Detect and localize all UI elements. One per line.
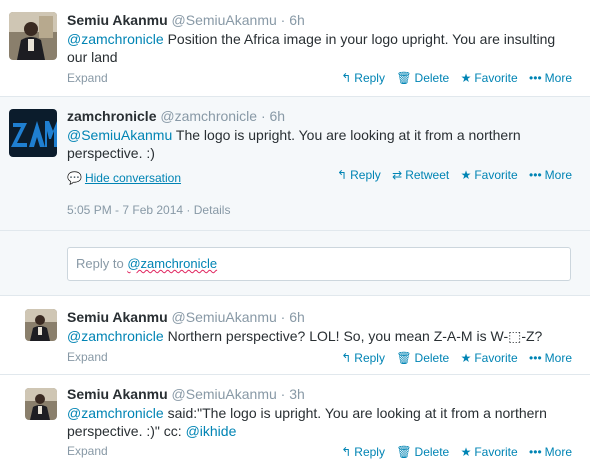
separator-dot: · <box>186 203 191 217</box>
trash-icon: 🗑 <box>396 445 412 459</box>
reply-button[interactable]: ↰ Reply <box>341 445 385 459</box>
tweet-time[interactable]: 6h <box>289 12 305 28</box>
more-button[interactable]: ••• More <box>529 351 572 365</box>
tweet-time[interactable]: 6h <box>289 309 305 325</box>
star-icon: ★ <box>460 445 472 459</box>
tweet-actions: ↰ Reply ⇄ Retweet ★ Favorite ••• More <box>329 168 572 182</box>
reply-placeholder-handle: @zamchronicle <box>127 256 218 271</box>
tweet-3[interactable]: Semiu Akanmu @SemiuAkanmu · 6h @zamchron… <box>0 296 590 375</box>
expand-link[interactable]: Expand <box>67 350 108 364</box>
mention-link[interactable]: @zamchronicle <box>67 405 164 421</box>
mention-link[interactable]: @zamchronicle <box>67 328 164 344</box>
expand-link[interactable]: Expand <box>67 444 108 458</box>
details-link[interactable]: Details <box>194 203 231 217</box>
more-dots-icon: ••• <box>529 445 542 459</box>
reply-button[interactable]: ↰ Reply <box>341 71 385 85</box>
more-dots-icon: ••• <box>529 351 542 365</box>
tweet-actions: ↰ Reply 🗑 Delete ★ Favorite ••• More <box>333 351 572 365</box>
mention-link-2[interactable]: @ikhide <box>186 423 237 439</box>
avatar-photo-icon <box>25 309 57 341</box>
tweet-1[interactable]: Semiu Akanmu @SemiuAkanmu · 6h @zamchron… <box>0 0 590 97</box>
delete-button[interactable]: 🗑 Delete <box>396 351 449 365</box>
retweet-button[interactable]: ⇄ Retweet <box>392 168 449 182</box>
tweet-header: zamchronicle @zamchronicle · 6h <box>67 108 285 124</box>
user-handle[interactable]: @SemiuAkanmu <box>172 386 277 402</box>
tweet-text-content: Northern perspective? LOL! So, you mean … <box>163 328 543 344</box>
tweet-actions: ↰ Reply 🗑 Delete ★ Favorite ••• More <box>333 71 572 85</box>
reply-icon: ↰ <box>341 445 352 459</box>
favorite-button[interactable]: ★ Favorite <box>461 445 518 459</box>
tweet-header: Semiu Akanmu @SemiuAkanmu · 3h <box>67 386 305 402</box>
tweet-text: @zamchronicle Northern perspective? LOL!… <box>67 327 572 345</box>
delete-button[interactable]: 🗑 Delete <box>396 71 449 85</box>
reply-icon: ↰ <box>341 71 352 85</box>
delete-button[interactable]: 🗑 Delete <box>396 445 449 459</box>
more-dots-icon: ••• <box>529 71 542 85</box>
favorite-button[interactable]: ★ Favorite <box>461 71 518 85</box>
hide-conversation-link[interactable]: 💬 Hide conversation <box>67 171 181 185</box>
trash-icon: 🗑 <box>396 71 412 85</box>
star-icon: ★ <box>460 168 472 182</box>
tweet-actions: ↰ Reply 🗑 Delete ★ Favorite ••• More <box>333 445 572 459</box>
avatar[interactable] <box>25 309 57 341</box>
favorite-button[interactable]: ★ Favorite <box>461 168 518 182</box>
mention-link[interactable]: @SemiuAkanmu <box>67 127 172 143</box>
tweet-text: @zamchronicle Position the Africa image … <box>67 30 572 66</box>
separator-dot: · <box>260 108 266 124</box>
mention-link[interactable]: @zamchronicle <box>67 31 164 47</box>
reply-placeholder-prefix: Reply to <box>76 256 128 271</box>
reply-icon: ↰ <box>341 351 352 365</box>
display-name[interactable]: zamchronicle <box>67 108 156 124</box>
reply-button[interactable]: ↰ Reply <box>337 168 381 182</box>
more-button[interactable]: ••• More <box>529 168 572 182</box>
avatar-photo-icon <box>25 388 57 420</box>
tweet-text: @zamchronicle said:"The logo is upright.… <box>67 404 572 440</box>
speech-bubble-icon: 💬 <box>67 171 82 185</box>
display-name[interactable]: Semiu Akanmu <box>67 309 168 325</box>
reply-button[interactable]: ↰ Reply <box>341 351 385 365</box>
tweet-header: Semiu Akanmu @SemiuAkanmu · 6h <box>67 12 305 28</box>
tweet-time[interactable]: 3h <box>289 386 305 402</box>
avatar-photo-icon <box>9 12 57 60</box>
tweet-2-expanded[interactable]: zamchronicle @zamchronicle · 6h @SemiuAk… <box>0 97 590 231</box>
more-dots-icon: ••• <box>529 168 542 182</box>
separator-dot: · <box>280 309 286 325</box>
display-name[interactable]: Semiu Akanmu <box>67 12 168 28</box>
separator-dot: · <box>280 12 286 28</box>
reply-input[interactable]: Reply to @zamchronicle <box>67 247 571 281</box>
tweet-header: Semiu Akanmu @SemiuAkanmu · 6h <box>67 309 305 325</box>
tweet-timestamp[interactable]: 5:05 PM - 7 Feb 2014 <box>67 203 183 217</box>
tweet-4[interactable]: Semiu Akanmu @SemiuAkanmu · 3h @zamchron… <box>0 375 590 468</box>
retweet-icon: ⇄ <box>392 168 403 182</box>
user-handle[interactable]: @SemiuAkanmu <box>172 12 277 28</box>
tweet-time[interactable]: 6h <box>270 108 286 124</box>
avatar[interactable] <box>9 12 57 60</box>
trash-icon: 🗑 <box>396 351 412 365</box>
favorite-button[interactable]: ★ Favorite <box>461 351 518 365</box>
tweet-text: @SemiuAkanmu The logo is upright. You ar… <box>67 126 572 162</box>
tweet-timestamp-row: 5:05 PM - 7 Feb 2014 · Details <box>67 203 230 217</box>
more-button[interactable]: ••• More <box>529 71 572 85</box>
expand-link[interactable]: Expand <box>67 71 108 85</box>
star-icon: ★ <box>460 351 472 365</box>
user-handle[interactable]: @zamchronicle <box>160 108 257 124</box>
display-name[interactable]: Semiu Akanmu <box>67 386 168 402</box>
avatar[interactable] <box>25 388 57 420</box>
more-button[interactable]: ••• More <box>529 445 572 459</box>
avatar[interactable] <box>9 109 57 157</box>
user-handle[interactable]: @SemiuAkanmu <box>172 309 277 325</box>
separator-dot: · <box>280 386 286 402</box>
reply-area: Reply to @zamchronicle <box>0 231 590 296</box>
reply-icon: ↰ <box>337 168 348 182</box>
zam-logo-icon <box>9 109 57 157</box>
star-icon: ★ <box>460 71 472 85</box>
